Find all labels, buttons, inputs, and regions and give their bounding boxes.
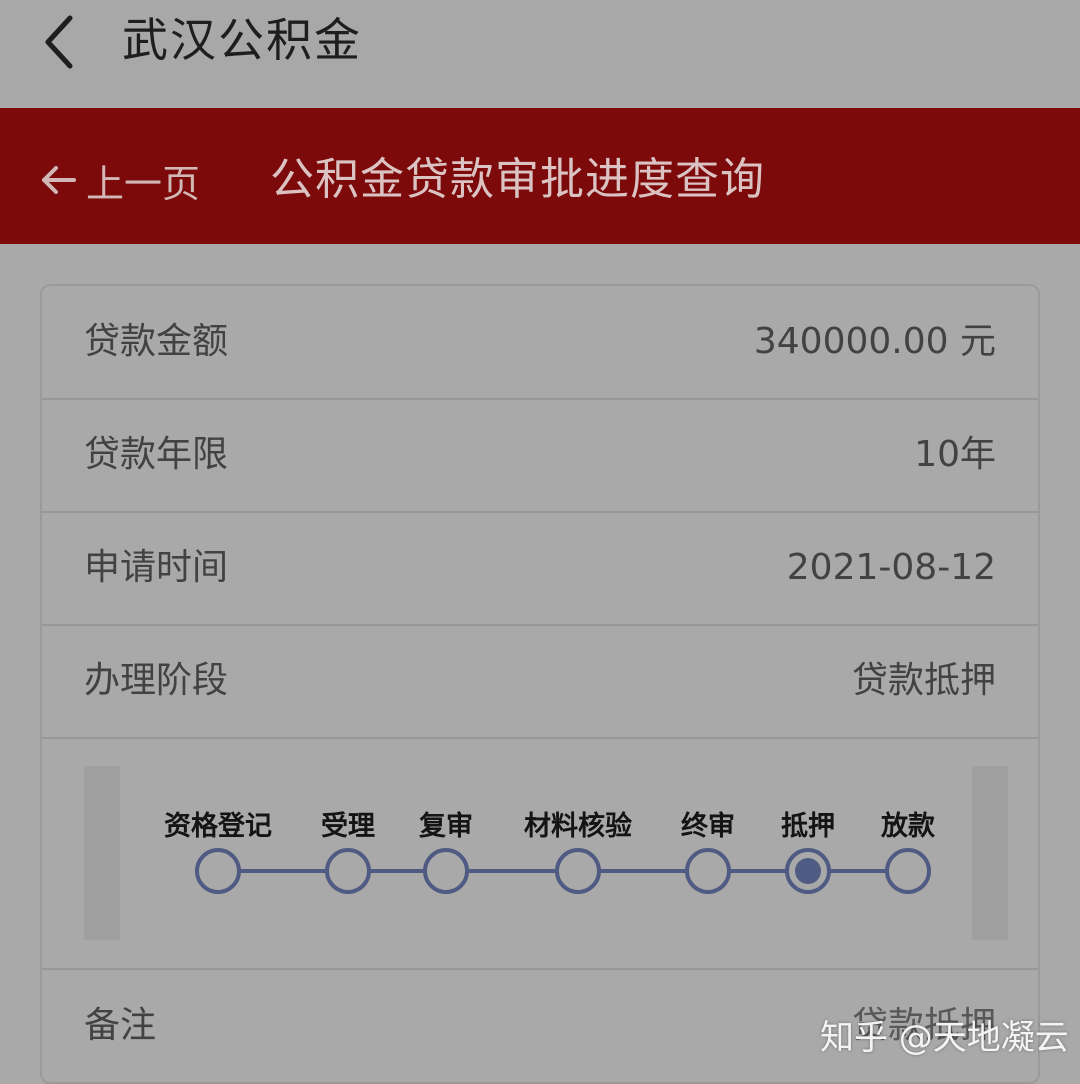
- step-label: 材料核验: [524, 811, 632, 842]
- detail-label: 贷款年限: [84, 434, 229, 475]
- detail-row-apply-date: 申请时间 2021-08-12: [42, 512, 1038, 626]
- step-node-current: [785, 848, 831, 894]
- detail-row-term: 贷款年限 10年: [42, 399, 1038, 513]
- step-node: [325, 848, 371, 894]
- prev-page-label: 上一页: [86, 161, 201, 206]
- step-label: 受理: [321, 811, 375, 842]
- step-label: 复审: [419, 811, 473, 842]
- app-title: 武汉公积金: [122, 13, 362, 67]
- chevron-left-icon[interactable]: [38, 12, 82, 72]
- page-title: 公积金贷款审批进度查询: [270, 154, 765, 205]
- detail-label: 贷款金额: [84, 321, 229, 362]
- detail-label: 申请时间: [84, 547, 229, 588]
- detail-value: 贷款抵押: [851, 660, 996, 701]
- scroll-edge-left: [84, 766, 120, 940]
- step-label: 终审: [681, 811, 735, 842]
- watermark: 知乎 @天地凝云: [820, 1018, 1069, 1058]
- step-label: 抵押: [781, 811, 835, 842]
- detail-row-stage: 办理阶段 贷款抵押: [42, 625, 1038, 739]
- step-node: [685, 848, 731, 894]
- detail-row-amount: 贷款金额 340000.00 元: [42, 286, 1038, 400]
- step-node: [885, 848, 931, 894]
- prev-page-link[interactable]: 上一页: [40, 150, 200, 210]
- step-node: [195, 848, 241, 894]
- step-node: [555, 848, 601, 894]
- detail-value: 10年: [914, 434, 996, 475]
- arrow-left-icon: [42, 166, 76, 194]
- step-label: 资格登记: [164, 811, 272, 842]
- step-label: 放款: [881, 811, 935, 842]
- step-node: [423, 848, 469, 894]
- detail-value: 2021-08-12: [786, 547, 996, 588]
- approval-progress-stepper: 资格登记 受理 复审 材料核验 终审 抵押 放款: [42, 738, 1038, 970]
- scroll-edge-right: [972, 766, 1008, 940]
- app-bar: 武汉公积金: [0, 0, 1080, 106]
- detail-value: 340000.00 元: [753, 321, 996, 362]
- remark-label: 备注: [84, 1005, 157, 1046]
- loan-detail-card: 贷款金额 340000.00 元 贷款年限 10年 申请时间 2021-08-1…: [40, 284, 1040, 1084]
- detail-label: 办理阶段: [84, 660, 229, 701]
